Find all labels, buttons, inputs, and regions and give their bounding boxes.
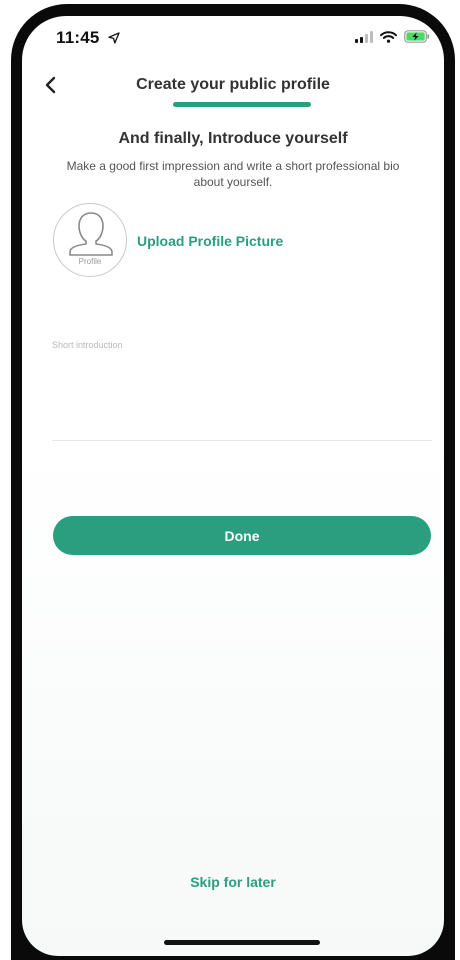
status-time: 11:45: [56, 28, 121, 48]
avatar-label: Profile: [78, 257, 102, 266]
status-time-text: 11:45: [56, 28, 100, 47]
home-indicator[interactable]: [164, 940, 320, 945]
location-arrow-icon: [108, 32, 121, 44]
page-title: Create your public profile: [136, 76, 330, 93]
battery-charging-icon: [404, 30, 430, 43]
wifi-icon: [380, 30, 397, 43]
upload-profile-picture-link[interactable]: Upload Profile Picture: [137, 233, 283, 249]
cellular-signal-icon: [355, 30, 373, 43]
section-heading: And finally, Introduce yourself: [118, 130, 348, 147]
status-icons: [355, 30, 430, 43]
title-underline: [173, 102, 311, 107]
section-description: Make a good first impression and write a…: [66, 159, 400, 189]
short-introduction-field[interactable]: [52, 340, 432, 441]
user-silhouette-icon: [69, 212, 113, 256]
app-screen: 11:45 Create your public profile And fin…: [22, 16, 444, 956]
profile-avatar-button[interactable]: Profile: [53, 203, 127, 277]
skip-for-later-link[interactable]: Skip for later: [22, 874, 444, 890]
done-button[interactable]: Done: [53, 516, 431, 555]
